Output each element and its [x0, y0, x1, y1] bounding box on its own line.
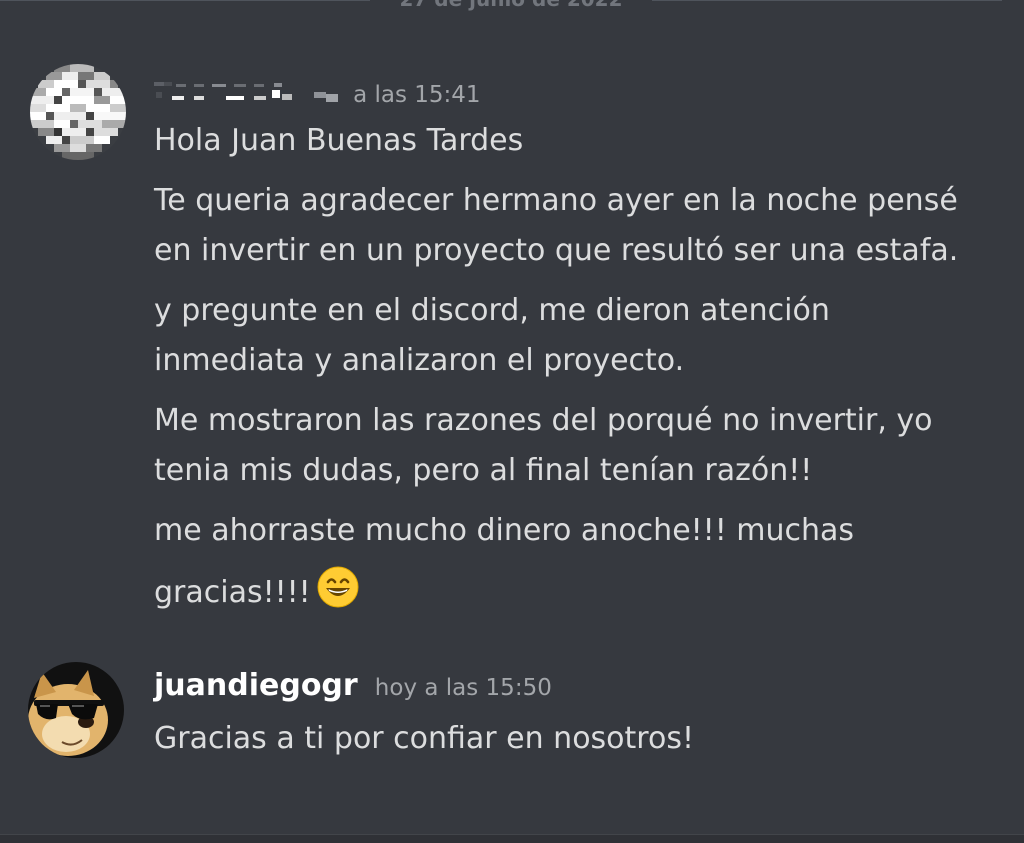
- message-timestamp[interactable]: a las 15:41: [353, 82, 480, 108]
- message-content: Gracias a ti por confiar en nosotros!: [154, 714, 694, 774]
- message-line: en invertir en un proyecto que resultó s…: [154, 233, 959, 268]
- message-line: gracias!!!!: [154, 575, 311, 610]
- username[interactable]: juandiegogr: [154, 668, 358, 703]
- message-line: tenia mis dudas, pero al final tenían ra…: [154, 453, 813, 488]
- avatar-pixelated[interactable]: [30, 64, 126, 160]
- redacted-username[interactable]: [154, 78, 344, 112]
- chat-channel: 27 de junio de 2022: [0, 0, 1024, 843]
- message-line-with-emoji: gracias!!!!: [154, 566, 958, 624]
- avatar-doge-sunglasses[interactable]: [28, 662, 124, 758]
- message-line: me ahorraste mucho dinero anoche!!! much…: [154, 513, 855, 548]
- date-divider: 27 de junio de 2022: [0, 0, 1024, 20]
- message-timestamp[interactable]: hoy a las 15:50: [375, 675, 552, 701]
- message-content: Hola Juan Buenas Tardes Te queria agrade…: [154, 116, 958, 634]
- message-line: inmediata y analizaron el proyecto.: [154, 343, 685, 378]
- message-line: Me mostraron las razones del porqué no i…: [154, 403, 933, 438]
- message-line: Gracias a ti por confiar en nosotros!: [154, 721, 694, 756]
- date-divider-text: 27 de junio de 2022: [370, 0, 652, 11]
- grinning-face-emoji-icon: [317, 566, 359, 624]
- message-line: Hola Juan Buenas Tardes: [154, 123, 524, 158]
- message-header: a las 15:41: [154, 78, 481, 112]
- divider-line-left: [0, 0, 370, 1]
- message-line: Te queria agradecer hermano ayer en la n…: [154, 183, 958, 218]
- message-line: y pregunte en el discord, me dieron aten…: [154, 293, 830, 328]
- message-header: juandiegogr hoy a las 15:50: [154, 668, 552, 703]
- divider-line-right: [652, 0, 1002, 1]
- bottom-divider: [0, 834, 1024, 843]
